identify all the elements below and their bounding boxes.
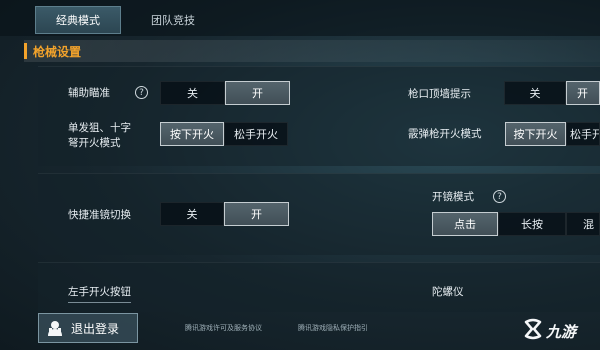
wall-hint-label: 枪口顶墙提示 bbox=[408, 88, 471, 100]
shotgun-release[interactable]: 松手开火 bbox=[566, 122, 600, 146]
section-title: 枪械设置 bbox=[33, 44, 82, 59]
gyro-label: 陀螺仪 bbox=[432, 286, 464, 298]
brand-name: 九游 bbox=[546, 322, 577, 341]
wall-hint-off[interactable]: 关 bbox=[504, 81, 566, 105]
wall-hint-toggle: 关 开 bbox=[504, 81, 600, 105]
shotgun-press[interactable]: 按下开火 bbox=[505, 122, 566, 146]
scope-switch-label: 快捷准镜切换 bbox=[68, 209, 131, 221]
scope-switch-on[interactable]: 开 bbox=[224, 202, 289, 226]
tab-classic-mode[interactable]: 经典模式 bbox=[35, 6, 121, 34]
tab-team-deathmatch[interactable]: 团队竞技 bbox=[135, 6, 211, 34]
scope-mode-hold[interactable]: 长按 bbox=[498, 212, 566, 236]
brand-logo: 九游 bbox=[522, 318, 576, 344]
single-fire-mode-toggle: 按下开火 松手开火 bbox=[160, 122, 288, 146]
single-fire-press[interactable]: 按下开火 bbox=[160, 122, 224, 146]
aim-assist-toggle: 关 开 bbox=[160, 81, 290, 105]
help-icon[interactable]: ? bbox=[493, 190, 506, 203]
aim-assist-off[interactable]: 关 bbox=[160, 81, 225, 105]
tab-label: 团队竞技 bbox=[151, 14, 195, 27]
user-icon bbox=[45, 318, 65, 338]
scope-mode-label: 开镜模式 bbox=[432, 191, 474, 203]
section-accent-bar bbox=[24, 43, 27, 59]
tab-label: 经典模式 bbox=[56, 14, 100, 27]
aim-assist-label: 辅助瞄准 bbox=[68, 87, 110, 99]
logout-label: 退出登录 bbox=[71, 321, 120, 336]
single-fire-label-line1: 单发狙、十字 bbox=[68, 122, 131, 134]
help-icon[interactable]: ? bbox=[135, 86, 148, 99]
wall-hint-on[interactable]: 开 bbox=[566, 81, 600, 105]
section-header: 枪械设置 bbox=[24, 40, 600, 62]
single-fire-release[interactable]: 松手开火 bbox=[224, 122, 288, 146]
service-agreement-link[interactable]: 腾讯游戏许可及服务协议 bbox=[185, 323, 262, 333]
scope-mode-mixed[interactable]: 混 bbox=[566, 212, 600, 236]
scope-mode-tap[interactable]: 点击 bbox=[432, 212, 498, 236]
scope-switch-toggle: 关 开 bbox=[160, 202, 289, 226]
single-fire-label-line2: 弩开火模式 bbox=[68, 137, 121, 149]
scope-mode-selector: 点击 长按 混 bbox=[432, 212, 600, 236]
aim-assist-on[interactable]: 开 bbox=[225, 81, 290, 105]
shotgun-fire-mode-toggle: 按下开火 松手开火 bbox=[505, 122, 600, 146]
brand-logo-icon bbox=[522, 318, 544, 344]
logout-button[interactable]: 退出登录 bbox=[38, 313, 138, 343]
shotgun-fire-label: 霰弹枪开火模式 bbox=[408, 128, 482, 140]
left-fire-button-label[interactable]: 左手开火按钮 bbox=[68, 285, 131, 303]
scope-switch-off[interactable]: 关 bbox=[160, 202, 224, 226]
privacy-policy-link[interactable]: 腾讯游戏隐私保护指引 bbox=[298, 323, 368, 333]
